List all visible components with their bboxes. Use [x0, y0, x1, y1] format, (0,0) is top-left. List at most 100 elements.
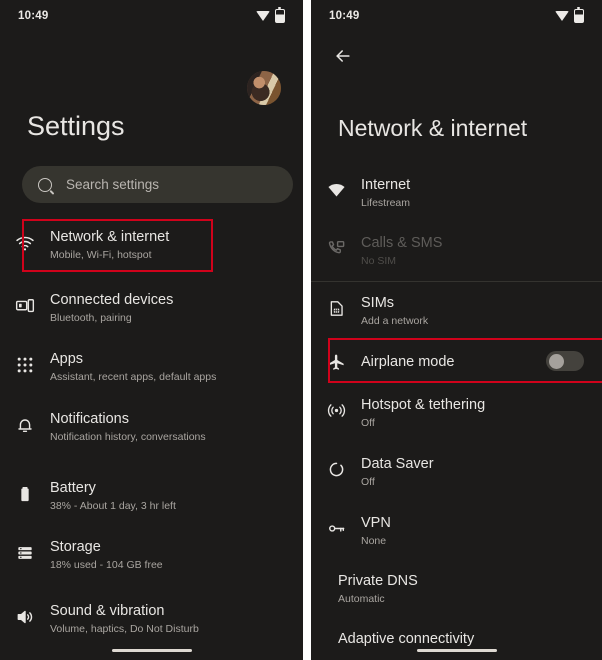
row-subtitle: Mobile, Wi-Fi, hotspot	[50, 249, 152, 261]
settings-row-network-internet[interactable]: Network & internet Mobile, Wi-Fi, hotspo…	[0, 228, 303, 263]
settings-row-battery[interactable]: Battery 38% - About 1 day, 3 hr left	[0, 479, 303, 514]
settings-row-text: Data Saver Off	[361, 455, 434, 490]
row-title: Airplane mode	[361, 354, 455, 370]
search-placeholder: Search settings	[66, 177, 160, 192]
settings-row-connected-devices[interactable]: Connected devices Bluetooth, pairing	[0, 291, 303, 326]
row-title: Sound & vibration	[50, 603, 165, 619]
settings-row-text: Connected devices Bluetooth, pairing	[50, 291, 173, 326]
gesture-home-bar[interactable]	[416, 648, 497, 652]
airplane-mode-toggle[interactable]	[546, 351, 584, 371]
settings-row-vpn[interactable]: VPN None	[311, 514, 602, 549]
page-title: Network & internet	[338, 115, 528, 141]
settings-row-text: SIMs Add a network	[361, 294, 428, 329]
row-title: Network & internet	[50, 229, 170, 245]
page-title: Settings	[27, 111, 125, 141]
row-subtitle: Bluetooth, pairing	[50, 312, 132, 324]
storage-icon	[0, 538, 50, 563]
row-subtitle: None	[361, 535, 387, 547]
settings-row-text: Hotspot & tethering Off	[361, 396, 485, 431]
screen-separator	[303, 0, 311, 660]
settings-row-private-dns[interactable]: Private DNS Automatic	[311, 572, 602, 607]
settings-row-calls-sms: Calls & SMS No SIM	[311, 234, 602, 269]
row-subtitle: Notification history, conversations	[50, 431, 206, 443]
row-subtitle: Off	[361, 417, 375, 429]
account-avatar[interactable]	[247, 71, 281, 105]
row-subtitle: Lifestream	[361, 197, 411, 209]
gesture-home-bar[interactable]	[111, 648, 192, 652]
settings-row-text: Battery 38% - About 1 day, 3 hr left	[50, 479, 176, 514]
status-bar-left: 10:49	[0, 0, 303, 32]
back-arrow-icon[interactable]	[333, 46, 353, 66]
settings-row-text: Notifications Notification history, conv…	[50, 410, 206, 445]
sim-card-icon	[311, 294, 361, 318]
row-subtitle: 18% used - 104 GB free	[50, 559, 163, 571]
status-time: 10:49	[329, 10, 360, 22]
airplane-icon	[311, 353, 361, 372]
row-subtitle: No SIM	[361, 255, 397, 267]
settings-row-data-saver[interactable]: Data Saver Off	[311, 455, 602, 490]
wifi-icon	[256, 11, 270, 21]
data-saver-icon	[311, 455, 361, 479]
settings-row-text: Adaptive connectivity	[338, 630, 474, 649]
settings-home-screen: 10:49 Settings Search settings Network &…	[0, 0, 303, 660]
settings-row-apps[interactable]: Apps Assistant, recent apps, default app…	[0, 350, 303, 385]
hotspot-icon	[311, 396, 361, 420]
settings-row-sound-vibration[interactable]: Sound & vibration Volume, haptics, Do No…	[0, 602, 303, 637]
row-subtitle: Automatic	[338, 593, 385, 605]
network-internet-screen: 10:49 Network & internet Internet Lifest…	[311, 0, 602, 660]
row-title: Hotspot & tethering	[361, 397, 486, 413]
status-icon-group	[256, 7, 285, 23]
row-title: Internet	[361, 177, 411, 193]
search-settings-bar[interactable]: Search settings	[22, 166, 293, 203]
settings-row-adaptive-connectivity[interactable]: Adaptive connectivity	[311, 630, 602, 649]
settings-row-text: Network & internet Mobile, Wi-Fi, hotspo…	[50, 228, 169, 263]
row-title: SIMs	[361, 295, 395, 311]
row-title: Private DNS	[338, 573, 418, 589]
vpn-key-icon	[311, 514, 361, 538]
settings-row-text: Storage 18% used - 104 GB free	[50, 538, 163, 573]
row-title: Adaptive connectivity	[338, 631, 475, 647]
row-title: Apps	[50, 351, 84, 367]
settings-row-sims[interactable]: SIMs Add a network	[311, 294, 602, 329]
wifi-icon	[0, 228, 50, 253]
settings-row-text: Sound & vibration Volume, haptics, Do No…	[50, 602, 199, 637]
settings-row-text: Airplane mode	[361, 353, 455, 372]
section-divider	[311, 281, 602, 282]
avatar-photo	[247, 71, 281, 105]
calls-sms-icon	[311, 234, 361, 258]
row-subtitle: 38% - About 1 day, 3 hr left	[50, 500, 176, 512]
row-title: Storage	[50, 539, 101, 555]
settings-row-text: Calls & SMS No SIM	[361, 234, 442, 269]
wifi-icon	[311, 176, 361, 200]
settings-row-notifications[interactable]: Notifications Notification history, conv…	[0, 410, 303, 445]
bell-icon	[0, 410, 50, 435]
battery-icon	[275, 7, 285, 23]
sound-icon	[0, 602, 50, 627]
row-subtitle: Volume, haptics, Do Not Disturb	[50, 623, 199, 635]
settings-row-text: Internet Lifestream	[361, 176, 410, 211]
settings-row-hotspot-tethering[interactable]: Hotspot & tethering Off	[311, 396, 602, 431]
status-bar-right: 10:49	[311, 0, 602, 32]
row-title: Battery	[50, 480, 96, 496]
settings-row-internet[interactable]: Internet Lifestream	[311, 176, 602, 211]
settings-row-storage[interactable]: Storage 18% used - 104 GB free	[0, 538, 303, 573]
row-title: Connected devices	[50, 292, 174, 308]
row-subtitle: Add a network	[361, 315, 429, 327]
row-title: VPN	[361, 515, 391, 531]
status-time: 10:49	[18, 10, 49, 22]
status-icon-group	[555, 7, 584, 23]
settings-row-text: VPN None	[361, 514, 391, 549]
settings-row-text: Apps Assistant, recent apps, default app…	[50, 350, 216, 385]
battery-icon	[574, 7, 584, 23]
row-title: Notifications	[50, 411, 129, 427]
row-title: Calls & SMS	[361, 235, 443, 251]
settings-row-text: Private DNS Automatic	[338, 572, 418, 607]
connected-devices-icon	[0, 291, 50, 316]
row-subtitle: Assistant, recent apps, default apps	[50, 371, 217, 383]
wifi-icon	[555, 11, 569, 21]
row-title: Data Saver	[361, 456, 434, 472]
search-icon	[38, 177, 52, 192]
toggle-thumb	[549, 353, 564, 369]
row-subtitle: Off	[361, 476, 375, 488]
apps-grid-icon	[0, 350, 50, 375]
